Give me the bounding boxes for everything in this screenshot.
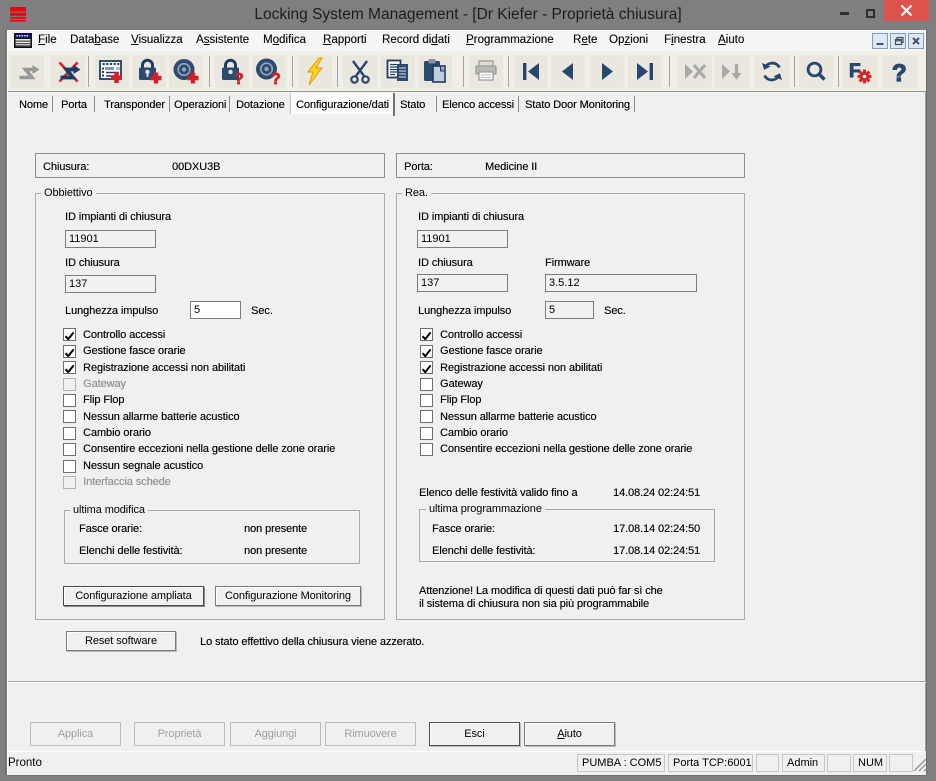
svg-text:?: ?: [892, 60, 907, 87]
svg-text:?: ?: [234, 71, 244, 88]
svg-text:F: F: [849, 61, 861, 82]
svg-text:?: ?: [271, 71, 281, 88]
